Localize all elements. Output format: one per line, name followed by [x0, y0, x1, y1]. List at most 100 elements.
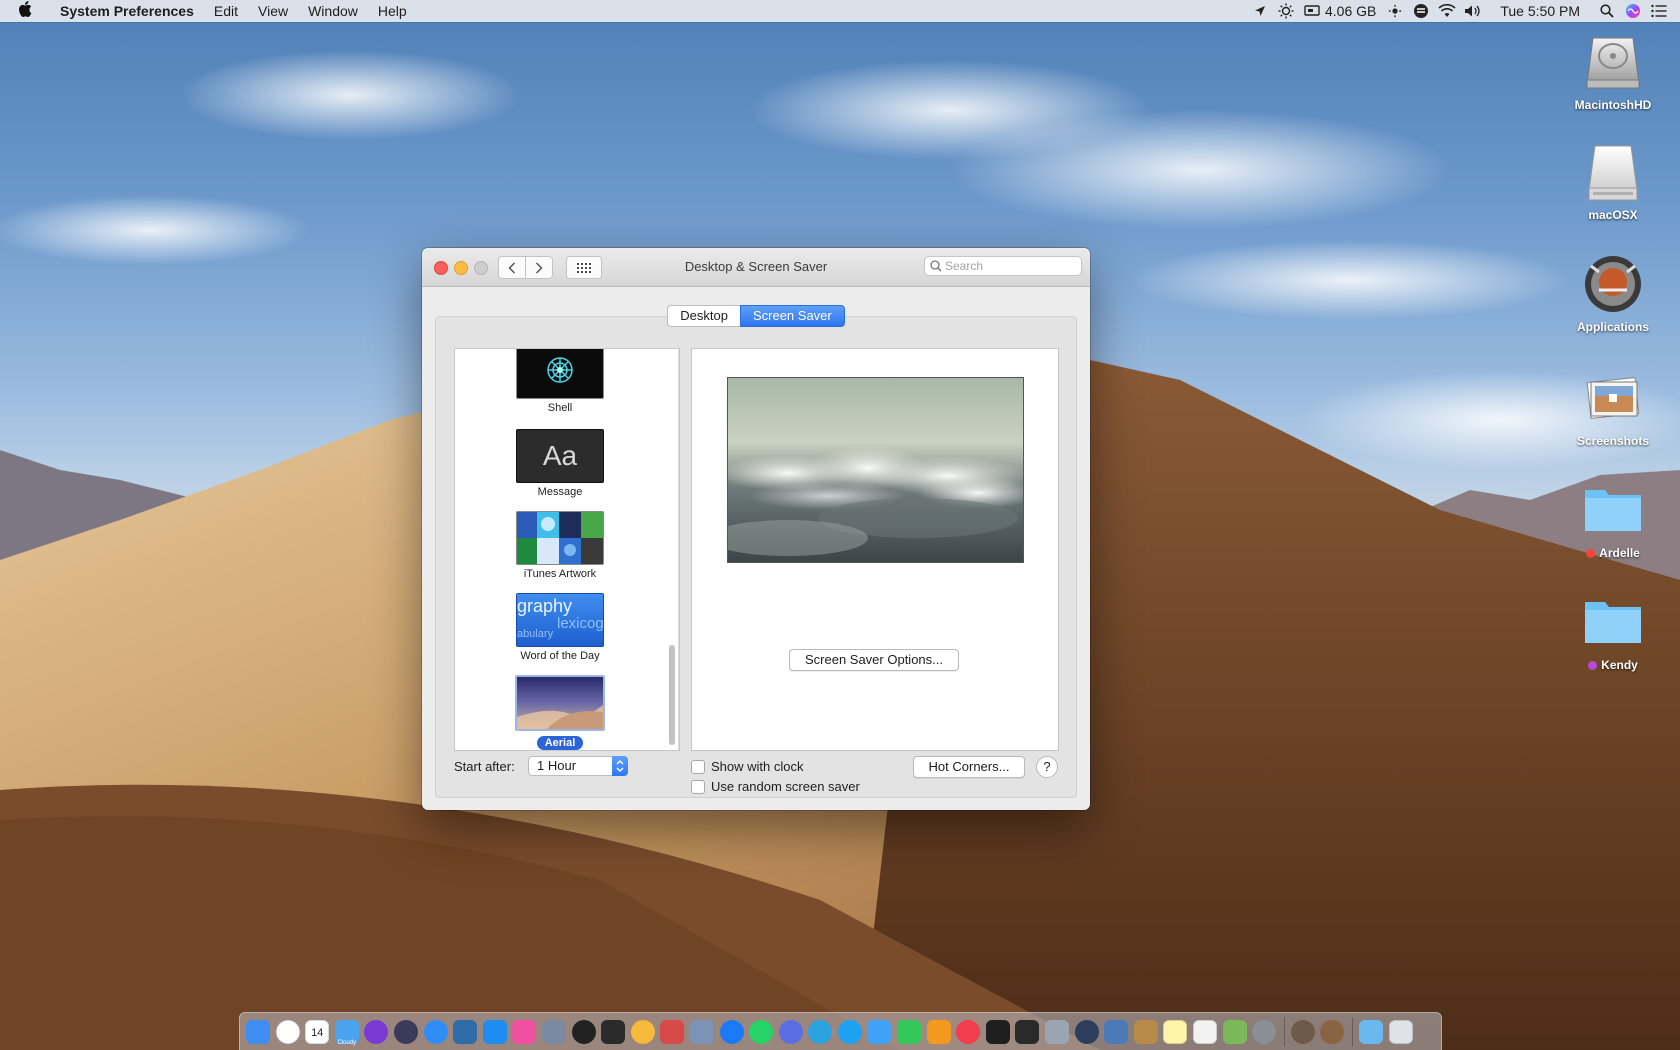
mail-stamp-icon[interactable] [660, 1019, 685, 1044]
start-after-select[interactable]: 1 Hour [528, 756, 628, 776]
mojave-icon[interactable] [1290, 1019, 1315, 1044]
desktop-icon-macintoshhd[interactable]: MacintoshHD [1558, 30, 1668, 112]
twitter-icon[interactable] [837, 1019, 862, 1044]
desktop-icon-label-row: Kendy [1558, 658, 1668, 672]
screen-saver-list[interactable]: Shell Aa Message iTunes Artwork graphy l… [454, 348, 680, 751]
random-saver-checkbox[interactable] [691, 779, 705, 794]
saver-item-message[interactable]: Aa Message [455, 429, 665, 498]
desktop-icon-label: Kendy [1601, 658, 1638, 672]
menu-window[interactable]: Window [298, 0, 368, 22]
rocket-icon[interactable] [541, 1019, 566, 1044]
display-brightness-icon[interactable] [1382, 0, 1408, 22]
desktop-icon-screenshots[interactable]: Screenshots [1558, 366, 1668, 448]
preview-icon[interactable] [689, 1019, 714, 1044]
wifi-icon[interactable] [1434, 0, 1460, 22]
brightness-sun-icon[interactable] [1273, 0, 1299, 22]
telegram-icon[interactable] [808, 1019, 833, 1044]
menu-edit[interactable]: Edit [204, 0, 248, 22]
textedit-icon[interactable] [1193, 1019, 1217, 1044]
memory-chip-icon[interactable] [1299, 0, 1325, 22]
system-preferences-icon[interactable] [1252, 1019, 1277, 1044]
disk-utility-icon[interactable] [1045, 1019, 1070, 1044]
spotlight-search-icon[interactable] [1594, 0, 1620, 22]
dev-tools-icon[interactable] [453, 1019, 478, 1044]
list-scrollbar[interactable] [668, 349, 677, 750]
close-button[interactable] [434, 261, 448, 275]
itunes-artwork-thumbnail [516, 511, 604, 565]
menu-view[interactable]: View [248, 0, 298, 22]
title-bar[interactable]: Desktop & Screen Saver [422, 248, 1090, 287]
volume-icon[interactable] [1460, 0, 1486, 22]
saver-item-word-of-the-day[interactable]: graphy lexicog abulary Word of the Day [455, 593, 665, 662]
show-with-clock-checkbox[interactable] [691, 759, 705, 774]
mojave-installer-icon[interactable] [1320, 1019, 1345, 1044]
trash-icon[interactable] [1388, 1019, 1413, 1044]
random-saver-row[interactable]: Use random screen saver [691, 779, 860, 794]
messenger-icon[interactable] [719, 1019, 744, 1044]
notes-icon[interactable] [1163, 1019, 1188, 1044]
vpn-shield-icon[interactable] [1408, 0, 1434, 22]
back-button[interactable] [498, 256, 526, 279]
voice-memos-icon[interactable] [1015, 1019, 1040, 1044]
memory-usage[interactable]: 4.06 GB [1325, 0, 1382, 22]
clock-icon[interactable] [275, 1019, 300, 1044]
search-input[interactable] [945, 259, 1075, 273]
tag-dot [1586, 549, 1596, 558]
home-icon[interactable] [926, 1019, 951, 1044]
help-button[interactable]: ? [1036, 756, 1058, 778]
weather-label: Cloudy [337, 1039, 357, 1046]
calendar-icon[interactable]: 14 [305, 1019, 330, 1044]
random-saver-label: Use random screen saver [711, 779, 860, 794]
hot-corners-button[interactable]: Hot Corners... [913, 756, 1025, 778]
desktop-icon-ardelle[interactable]: Ardelle [1558, 478, 1668, 560]
folder-stack-icon[interactable] [1358, 1019, 1383, 1044]
quicktime-icon[interactable] [1074, 1019, 1099, 1044]
stocks-icon[interactable] [985, 1019, 1010, 1044]
itunes-icon[interactable] [512, 1019, 537, 1044]
photos-icon[interactable] [630, 1019, 655, 1044]
desktop-icon-applications[interactable]: Applications [1558, 252, 1668, 334]
image-capture-icon[interactable] [1104, 1019, 1129, 1044]
tab-screen-saver[interactable]: Screen Saver [739, 305, 845, 327]
activity-icon[interactable] [571, 1019, 596, 1044]
siri-icon[interactable] [364, 1019, 389, 1044]
photo-booth-icon[interactable] [601, 1019, 626, 1044]
preferences-window: Desktop & Screen Saver Desktop Screen Sa… [422, 248, 1090, 810]
whatsapp-icon[interactable] [749, 1019, 774, 1044]
desktop-icon-kendy[interactable]: Kendy [1558, 590, 1668, 672]
menu-bar: System Preferences Edit View Window Help… [0, 0, 1680, 22]
tab-desktop[interactable]: Desktop [667, 305, 740, 327]
app-store-icon[interactable] [482, 1019, 507, 1044]
forward-button[interactable] [526, 256, 553, 279]
launchpad-icon[interactable] [393, 1019, 418, 1044]
word-thumb-sub: lexicog [557, 615, 604, 632]
screen-saver-options-button[interactable]: Screen Saver Options... [789, 649, 959, 671]
app-menu[interactable]: System Preferences [50, 0, 204, 22]
safari-icon[interactable] [423, 1019, 448, 1044]
zoom-button[interactable] [474, 261, 488, 275]
desktop-icon-macosx[interactable]: macOSX [1558, 140, 1668, 222]
menubar-clock[interactable]: Tue 5:50 PM [1486, 0, 1594, 22]
finder-icon[interactable] [246, 1019, 270, 1044]
menu-help[interactable]: Help [368, 0, 417, 22]
minimize-button[interactable] [454, 261, 468, 275]
saver-item-aerial[interactable]: Aerial [455, 675, 665, 750]
saver-item-itunes-artwork[interactable]: iTunes Artwork [455, 511, 665, 580]
apple-menu-icon[interactable] [0, 0, 50, 22]
discord-icon[interactable] [778, 1019, 803, 1044]
weather-icon[interactable]: Cloudy [334, 1019, 359, 1046]
search-field[interactable] [924, 256, 1082, 276]
location-arrow-icon[interactable] [1247, 0, 1273, 22]
notefile-icon[interactable] [1133, 1019, 1158, 1044]
scrollbar-thumb[interactable] [669, 645, 675, 745]
saver-item-shell[interactable]: Shell [455, 349, 665, 414]
siri-icon[interactable] [1620, 0, 1646, 22]
maps-icon[interactable] [1222, 1019, 1247, 1044]
messages-icon[interactable] [867, 1019, 892, 1044]
notification-center-icon[interactable] [1646, 0, 1672, 22]
show-with-clock-label: Show with clock [711, 759, 804, 774]
facetime-icon[interactable] [897, 1019, 922, 1044]
news-icon[interactable] [956, 1019, 981, 1044]
show-with-clock-row[interactable]: Show with clock [691, 759, 803, 774]
show-all-button[interactable] [566, 256, 602, 279]
